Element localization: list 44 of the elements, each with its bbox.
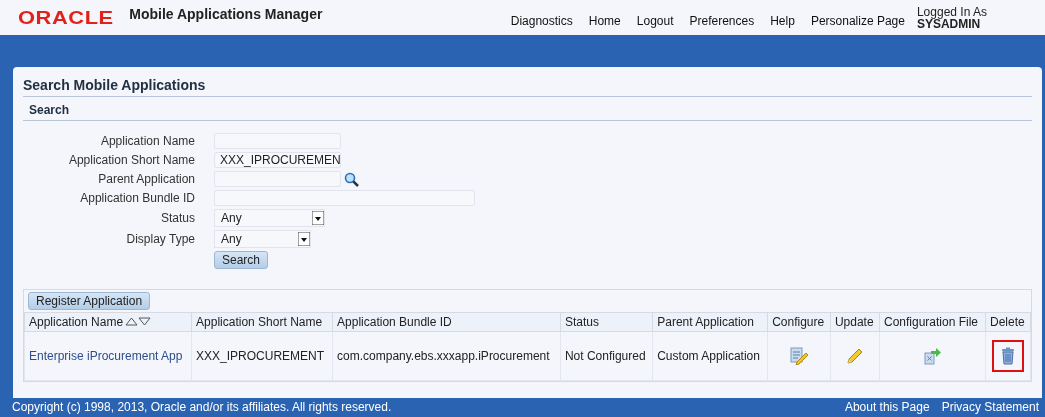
- trash-icon[interactable]: [992, 340, 1024, 372]
- caret-icon: [298, 232, 310, 246]
- column-header: Configure: [767, 312, 831, 332]
- header-link[interactable]: Personalize Page: [810, 13, 905, 28]
- field-label: Status: [159, 211, 195, 225]
- table-cell: com.company.ebs.xxxapp.iProcurement: [332, 331, 561, 381]
- username: SYSADMIN: [916, 17, 982, 30]
- logged-in-label: Logged In As: [916, 5, 987, 18]
- column-header: Status: [560, 312, 653, 332]
- section-title: Search: [23, 97, 1032, 121]
- column-header: Configuration File: [879, 312, 986, 332]
- caret-icon: [312, 211, 324, 225]
- column-header: Update: [830, 312, 880, 332]
- search-icon[interactable]: [344, 171, 359, 187]
- input-field[interactable]: XXX_IPROCUREMEN: [214, 152, 341, 168]
- field-label: Application Name: [99, 134, 195, 148]
- header-link[interactable]: Preferences: [689, 13, 755, 28]
- column-header[interactable]: Application Name: [24, 312, 192, 332]
- field-label: Application Bundle ID: [79, 191, 195, 205]
- column-header: Parent Application: [652, 312, 768, 332]
- page-title: Search Mobile Applications: [23, 77, 1032, 97]
- table-cell: Custom Application: [652, 331, 768, 381]
- field-label: Application Short Name: [67, 153, 195, 167]
- header-link[interactable]: Diagnostics: [510, 13, 573, 28]
- table-cell: Not Configured: [560, 331, 653, 381]
- field-label: Display Type: [125, 232, 195, 246]
- footer-link[interactable]: Privacy Statement: [941, 400, 1039, 414]
- dropdown[interactable]: Any: [214, 230, 311, 248]
- app-title: Mobile Applications Manager: [129, 6, 323, 22]
- register-application-button[interactable]: Register Application: [28, 292, 151, 310]
- column-header: Delete: [985, 312, 1031, 332]
- field-label: Parent Application: [97, 172, 195, 186]
- oracle-logo: ORACLE: [18, 6, 115, 29]
- sort-icon[interactable]: [125, 317, 152, 326]
- copyright-text: Copyright (c) 1998, 2013, Oracle and/or its affiliates. All rights reserved.: [12, 400, 392, 414]
- footer-link[interactable]: About this Page: [844, 400, 930, 414]
- table-cell: XXX_IPROCUREMENT: [191, 331, 333, 381]
- column-header: Application Short Name: [191, 312, 333, 332]
- header-link[interactable]: Logout: [636, 13, 674, 28]
- column-header: Application Bundle ID: [332, 312, 561, 332]
- search-button[interactable]: Search: [214, 251, 269, 269]
- header-link[interactable]: Home: [588, 13, 621, 28]
- header-link[interactable]: Help: [770, 13, 795, 28]
- dropdown[interactable]: Any: [214, 209, 325, 227]
